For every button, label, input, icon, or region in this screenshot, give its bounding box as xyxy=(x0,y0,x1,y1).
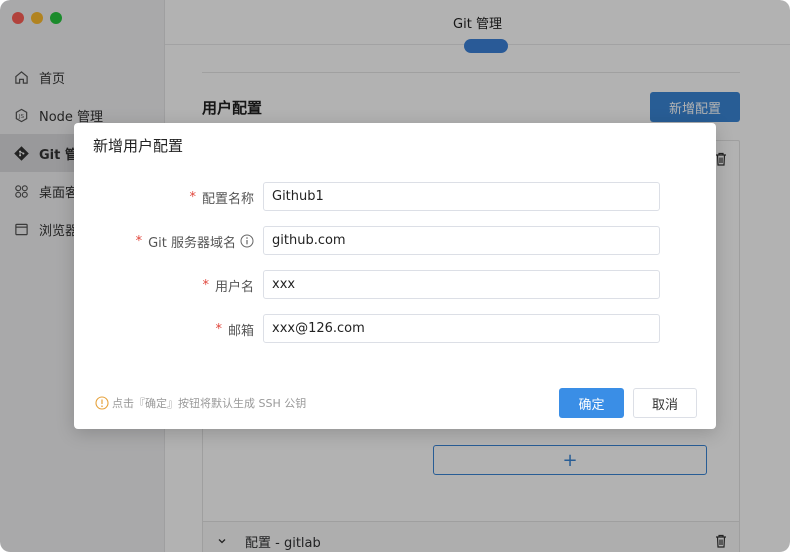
email-input[interactable] xyxy=(263,314,660,343)
field-label: * 用户名 xyxy=(202,277,254,295)
cancel-button[interactable]: 取消 xyxy=(633,388,697,418)
required-mark: * xyxy=(135,233,143,249)
field-label: * 配置名称 xyxy=(189,189,254,207)
username-input[interactable] xyxy=(263,270,660,299)
hint-text: 点击『确定』按钮将默认生成 SSH 公钥 xyxy=(112,397,307,410)
field-label: * Git 服务器域名 xyxy=(136,226,254,256)
git-domain-input[interactable] xyxy=(263,226,660,255)
field-label: * 邮箱 xyxy=(215,321,254,339)
required-mark: * xyxy=(189,189,196,205)
form-row-config-name: * 配置名称 xyxy=(74,182,716,212)
required-mark: * xyxy=(215,321,222,337)
confirm-button[interactable]: 确定 xyxy=(559,388,624,418)
config-name-input[interactable] xyxy=(263,182,660,211)
form-row-email: * 邮箱 xyxy=(74,314,716,344)
warning-icon xyxy=(95,396,109,410)
dialog-title: 新增用户配置 xyxy=(93,137,184,155)
required-mark: * xyxy=(202,277,209,293)
form-row-git-domain: * Git 服务器域名 xyxy=(74,226,716,256)
app-window: 首页 JS Node 管理 Git 管理 桌面客 浏览器 Git 管理 用户配置… xyxy=(0,0,790,552)
info-icon[interactable] xyxy=(240,234,254,248)
ssh-hint: 点击『确定』按钮将默认生成 SSH 公钥 xyxy=(95,395,306,411)
add-user-config-dialog: 新增用户配置 *配置名称 *Git 服务器域名 *用户名 *邮箱 点击『确定』按… xyxy=(74,123,716,429)
form-row-username: * 用户名 xyxy=(74,270,716,300)
